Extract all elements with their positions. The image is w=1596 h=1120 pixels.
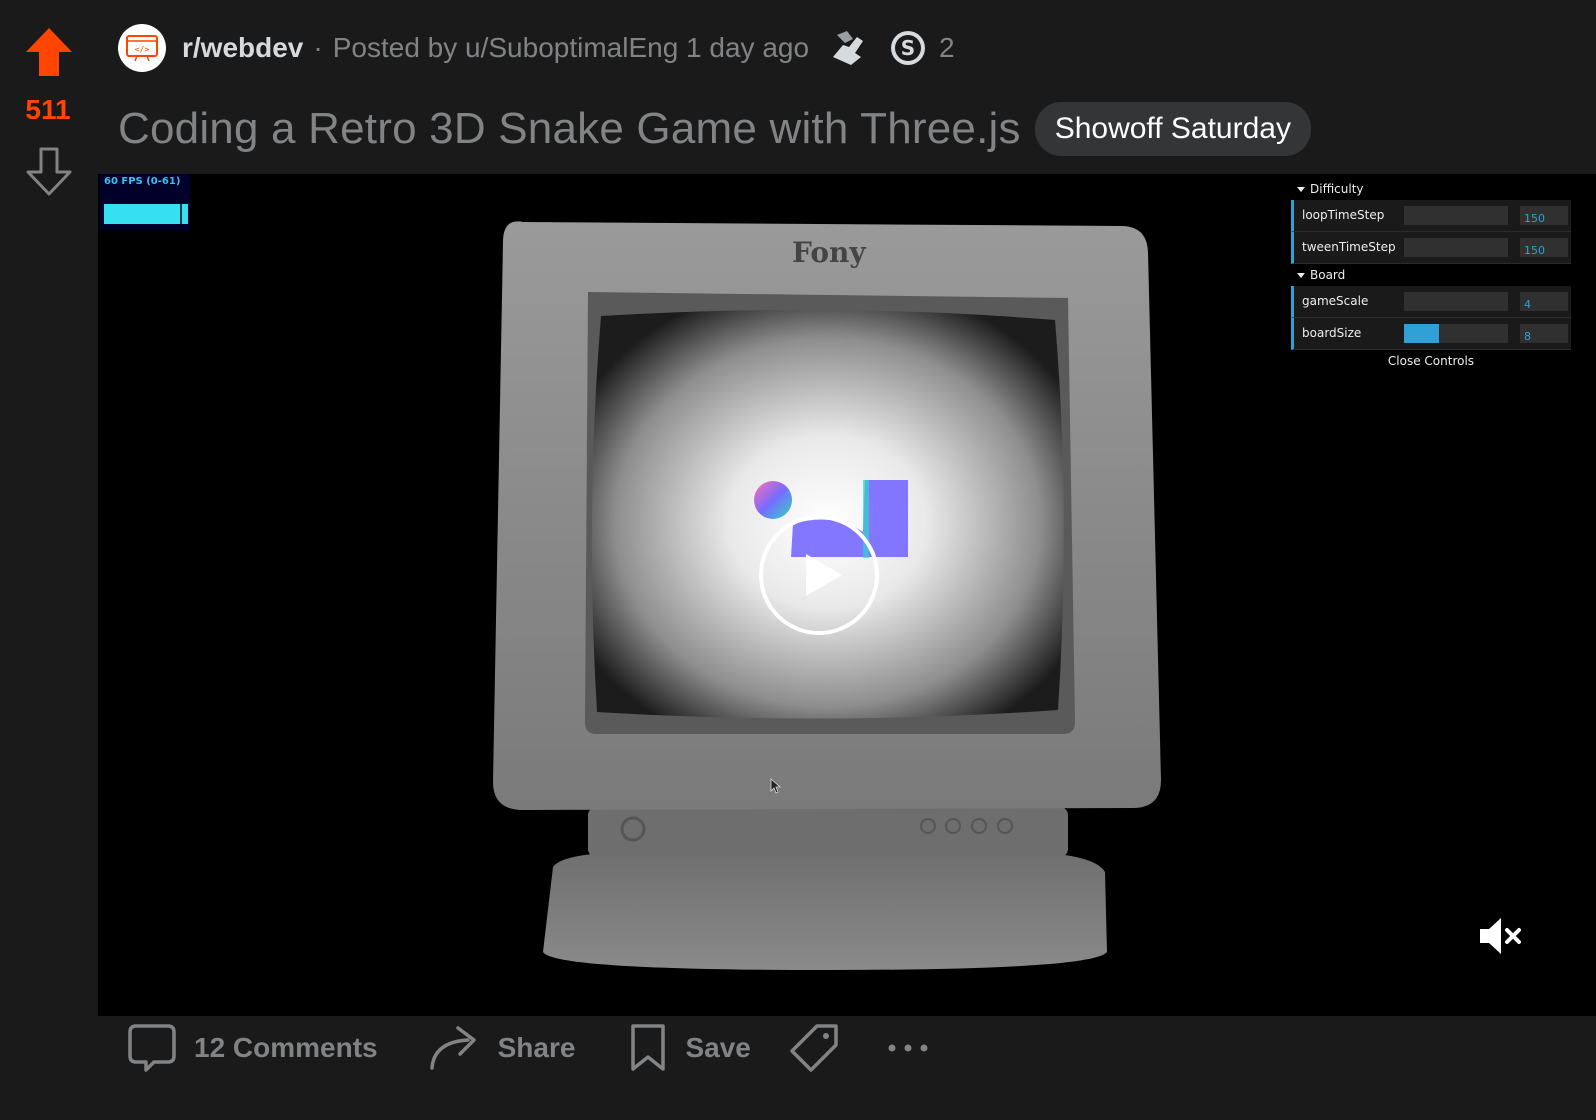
save-button[interactable]: Save <box>629 1023 751 1073</box>
fps-graph <box>104 204 188 224</box>
subreddit-avatar-icon[interactable]: </> <box>118 24 166 72</box>
gui-control-row: tweenTimeStep 150 <box>1291 232 1571 264</box>
posted-by-text[interactable]: Posted by u/SuboptimalEng 1 day ago <box>333 32 809 64</box>
fps-meter: 60 FPS (0-61) <box>100 174 190 230</box>
save-label: Save <box>685 1032 751 1063</box>
monitor-brand-label: Fony <box>792 236 866 269</box>
svg-text:S: S <box>901 36 915 60</box>
play-icon[interactable] <box>758 514 880 636</box>
more-options-button[interactable] <box>887 1042 929 1054</box>
gui-control-label: loopTimeStep <box>1302 208 1385 222</box>
gui-number-input[interactable]: 150 <box>1520 238 1568 257</box>
vote-score: 511 <box>25 94 71 125</box>
more-dots-icon <box>888 1044 928 1052</box>
gui-folder-board[interactable]: Board <box>1291 264 1571 286</box>
mute-icon[interactable] <box>1476 912 1524 960</box>
tag-button[interactable] <box>789 1023 839 1073</box>
gui-control-row: boardSize 8 <box>1291 318 1571 350</box>
comments-label: 12 Comments <box>194 1032 378 1063</box>
comments-button[interactable]: 12 Comments <box>128 1022 378 1074</box>
fps-label: 60 FPS (0-61) <box>104 176 181 187</box>
silver-award-icon[interactable]: S <box>889 29 927 67</box>
gui-folder-difficulty[interactable]: Difficulty <box>1291 178 1571 200</box>
post-title[interactable]: Coding a Retro 3D Snake Game with Three.… <box>118 104 1021 154</box>
gui-slider[interactable] <box>1404 324 1508 343</box>
header-separator: · <box>313 32 323 63</box>
gui-slider[interactable] <box>1404 206 1508 225</box>
video-player[interactable]: 60 FPS (0-61) Difficulty loopTimeStep 15… <box>98 174 1596 1016</box>
gui-number-input[interactable]: 8 <box>1520 324 1568 343</box>
gui-control-label: tweenTimeStep <box>1302 240 1396 254</box>
share-button[interactable]: Share <box>428 1024 576 1072</box>
mouse-cursor-icon <box>770 778 782 794</box>
gui-slider[interactable] <box>1404 238 1508 257</box>
gui-slider[interactable] <box>1404 292 1508 311</box>
helping-hand-award-icon[interactable] <box>827 27 869 69</box>
award-count: 2 <box>939 32 955 63</box>
gui-control-label: boardSize <box>1302 326 1362 340</box>
gui-number-input[interactable]: 4 <box>1520 292 1568 311</box>
subreddit-link[interactable]: r/webdev <box>182 32 303 64</box>
comment-bubble-icon <box>128 1024 176 1072</box>
post-flair[interactable]: Showoff Saturday <box>1034 102 1311 156</box>
svg-text:</>: </> <box>135 45 150 54</box>
downvote-arrow-icon[interactable] <box>24 146 74 198</box>
gui-control-label: gameScale <box>1302 294 1369 308</box>
share-arrow-icon <box>429 1026 476 1070</box>
gui-slider-fill <box>1404 324 1440 343</box>
dat-gui-panel: Difficulty loopTimeStep 150 tweenTimeSte… <box>1291 178 1571 372</box>
title-row: Coding a Retro 3D Snake Game with Three.… <box>118 102 1311 156</box>
gui-control-row: loopTimeStep 150 <box>1291 200 1571 232</box>
share-label: Share <box>497 1032 576 1063</box>
post-header: </> r/webdev · Posted by u/SuboptimalEng… <box>118 22 955 74</box>
vote-column: 511 <box>0 0 96 220</box>
bookmark-icon <box>631 1024 666 1071</box>
upvote-arrow-icon[interactable] <box>24 26 74 78</box>
gui-number-input[interactable]: 150 <box>1520 206 1568 225</box>
gui-control-row: gameScale 4 <box>1291 286 1571 318</box>
post-actions-bar: 12 Comments Share Save <box>128 1020 929 1076</box>
tag-icon <box>790 1024 838 1072</box>
close-controls-button[interactable]: Close Controls <box>1291 350 1571 372</box>
